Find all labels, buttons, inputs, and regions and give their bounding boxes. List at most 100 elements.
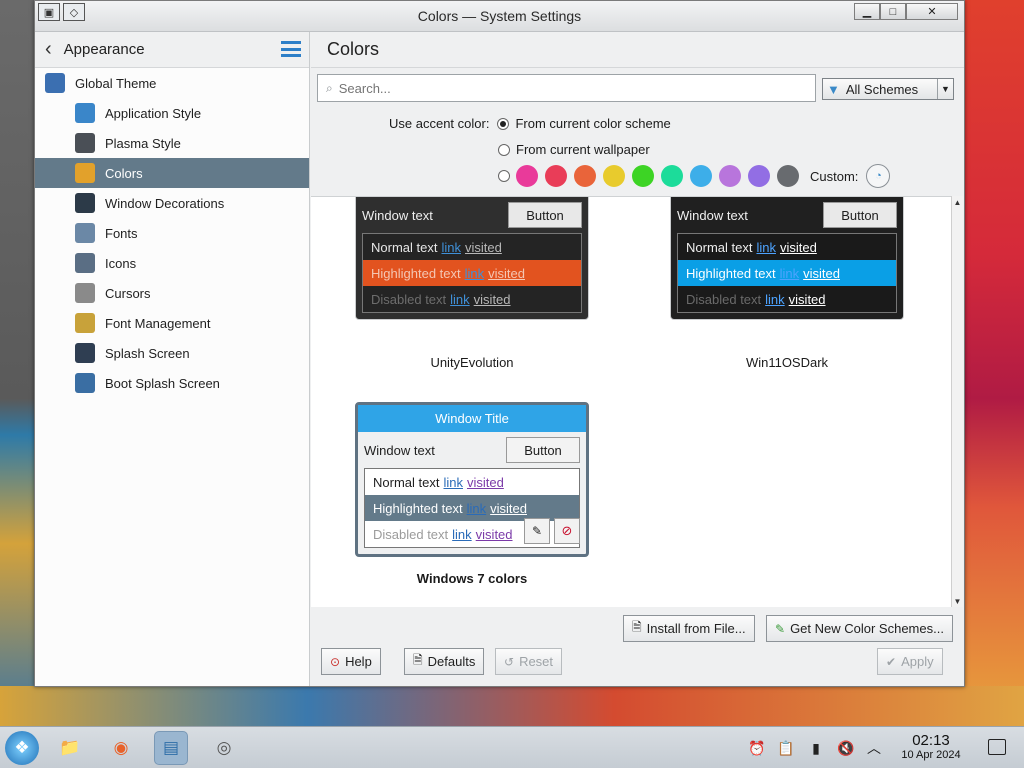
clock-date: 10 Apr 2024	[901, 749, 961, 761]
apply-button[interactable]: ✔ Apply	[877, 648, 943, 675]
scroll-up-arrow-icon[interactable]: ▲	[952, 196, 963, 208]
back-arrow-icon[interactable]: ‹	[45, 38, 52, 61]
battery-icon[interactable]: ▮	[806, 738, 826, 758]
accent-wallpaper-radio[interactable]	[498, 143, 510, 156]
sidebar-item-label: Window Decorations	[105, 195, 225, 211]
colors-icon	[75, 163, 95, 183]
search-input[interactable]	[338, 80, 815, 96]
sidebar-item-label: Splash Screen	[105, 345, 190, 361]
titlebar[interactable]: ▣ ◇ Colors — System Settings ▁ □ ✕	[35, 1, 964, 32]
hamburger-menu-icon[interactable]	[281, 41, 301, 57]
accent-swatch[interactable]	[603, 165, 625, 187]
main-panel: Colors ⌕ ▼ All Schemes ▼ Use accent colo…	[311, 32, 964, 686]
accent-scheme-label[interactable]: From current color scheme	[515, 116, 670, 131]
color-scheme-name: UnityEvolution	[430, 355, 514, 370]
color-scheme-name: Win11OSDark	[745, 355, 829, 370]
scheme-filter-value: All Schemes	[845, 81, 919, 97]
preview-link: link	[756, 239, 776, 255]
clipboard-icon[interactable]: 📋	[776, 738, 796, 758]
sidebar-item-label: Plasma Style	[105, 135, 181, 151]
global-theme-icon	[45, 73, 65, 93]
sidebar-item-label: Icons	[105, 255, 137, 271]
edit-scheme-button[interactable]: ✎	[524, 518, 550, 544]
accent-scheme-radio[interactable]	[497, 117, 510, 130]
get-new-schemes-button[interactable]: ✎ Get New Color Schemes...	[766, 615, 953, 642]
window-app-icon[interactable]: ▣	[38, 3, 60, 21]
preview-normal-text: Normal text	[373, 474, 440, 490]
accent-swatch[interactable]	[545, 165, 567, 187]
file-manager-icon[interactable]: 📁	[53, 731, 87, 765]
search-field[interactable]: ⌕	[317, 74, 816, 102]
sidebar-item-label: Fonts	[105, 225, 138, 241]
accent-swatch[interactable]	[632, 165, 654, 187]
cursors-icon	[75, 283, 95, 303]
color-scheme-card[interactable]: Window Title Window text Button Normal t…	[355, 402, 589, 557]
show-desktop-icon[interactable]	[988, 739, 1006, 755]
reset-button[interactable]: ↺ Reset	[495, 648, 563, 675]
sidebar: ‹ Appearance Global Theme Application Sty…	[35, 32, 310, 686]
sidebar-header: ‹ Appearance	[35, 32, 309, 68]
clock[interactable]: 02:13 10 Apr 2024	[893, 732, 969, 761]
volume-muted-icon[interactable]: 🔇	[836, 738, 856, 758]
color-scheme-card[interactable]: Window Title Window text Button Normal t…	[670, 197, 904, 320]
accent-swatch[interactable]	[661, 165, 683, 187]
window-controls: ▁ □ ✕	[854, 3, 958, 20]
plasma-style-icon	[75, 133, 95, 153]
defaults-button[interactable]: 🗎 Defaults	[404, 648, 485, 675]
application-style-icon	[75, 103, 95, 123]
sidebar-item-font-management[interactable]: Font Management	[35, 308, 309, 338]
sidebar-item-window-decorations[interactable]: Window Decorations	[35, 188, 309, 218]
search-icon: ⌕	[326, 80, 333, 95]
chevron-down-icon: ▼	[937, 79, 953, 99]
close-button[interactable]: ✕	[906, 3, 958, 20]
firefox-icon[interactable]: ◉	[104, 731, 138, 765]
preview-highlighted-text: Highlighted text	[686, 265, 776, 281]
sidebar-item-cursors[interactable]: Cursors	[35, 278, 309, 308]
accent-wallpaper-label[interactable]: From current wallpaper	[516, 142, 650, 157]
sidebar-item-icons[interactable]: Icons	[35, 248, 309, 278]
sidebar-item-colors[interactable]: Colors	[35, 158, 309, 188]
preview-window-text: Window text	[362, 207, 433, 223]
desktop-wallpaper-left	[0, 0, 38, 725]
preview-view-box: Normal text link visited Highlighted text l…	[677, 233, 897, 313]
window-menu-icon[interactable]: ◇	[63, 3, 85, 21]
accent-swatch[interactable]	[574, 165, 596, 187]
accent-swatch[interactable]	[516, 165, 538, 187]
sidebar-item-label: Global Theme	[75, 75, 157, 91]
install-from-file-button[interactable]: 🗎 Install from File...	[623, 615, 755, 642]
maximize-button[interactable]: □	[880, 3, 906, 20]
preview-link: link	[466, 500, 487, 516]
scroll-down-arrow-icon[interactable]: ▼	[952, 595, 963, 607]
accent-swatch[interactable]	[719, 165, 741, 187]
help-button[interactable]: ⊙ Help	[321, 648, 381, 675]
scheme-filter-dropdown[interactable]: ▼ All Schemes ▼	[822, 78, 954, 100]
minimize-button[interactable]: ▁	[854, 3, 880, 20]
alarm-icon[interactable]: ⏰	[747, 738, 767, 758]
custom-color-picker-icon[interactable]: ◔	[866, 164, 891, 188]
defaults-label: Defaults	[427, 654, 476, 669]
preview-window-text: Window text	[364, 442, 435, 458]
install-from-file-label: Install from File...	[646, 621, 746, 636]
compass-icon[interactable]: ◎	[207, 731, 241, 765]
color-scheme-card[interactable]: Window Title Window text Button Normal t…	[355, 197, 589, 320]
sidebar-item-plasma-style[interactable]: Plasma Style	[35, 128, 309, 158]
preview-window-title: Window Title	[358, 405, 586, 432]
sidebar-item-fonts[interactable]: Fonts	[35, 218, 309, 248]
chevron-up-icon[interactable]: ︿	[864, 738, 884, 758]
sidebar-item-label: Cursors	[105, 285, 151, 301]
accent-custom-radio[interactable]	[498, 170, 510, 182]
custom-color-label: Custom:	[810, 168, 859, 184]
start-orb-icon[interactable]: ❖	[5, 731, 39, 765]
accent-swatch[interactable]	[748, 165, 770, 187]
apply-check-icon: ✔	[886, 654, 897, 669]
delete-scheme-button[interactable]: ⊘	[554, 518, 580, 544]
accent-swatch[interactable]	[777, 165, 799, 187]
sidebar-item-boot-splash-screen[interactable]: Boot Splash Screen	[35, 368, 309, 398]
sidebar-item-global-theme[interactable]: Global Theme	[35, 68, 309, 98]
preview-visited: visited	[803, 265, 840, 281]
sidebar-item-application-style[interactable]: Application Style	[35, 98, 309, 128]
accent-swatch[interactable]	[690, 165, 712, 187]
system-settings-icon[interactable]: ▤	[154, 731, 188, 765]
sidebar-item-splash-screen[interactable]: Splash Screen	[35, 338, 309, 368]
grid-scrollbar[interactable]: ▲ ▼	[951, 196, 963, 607]
